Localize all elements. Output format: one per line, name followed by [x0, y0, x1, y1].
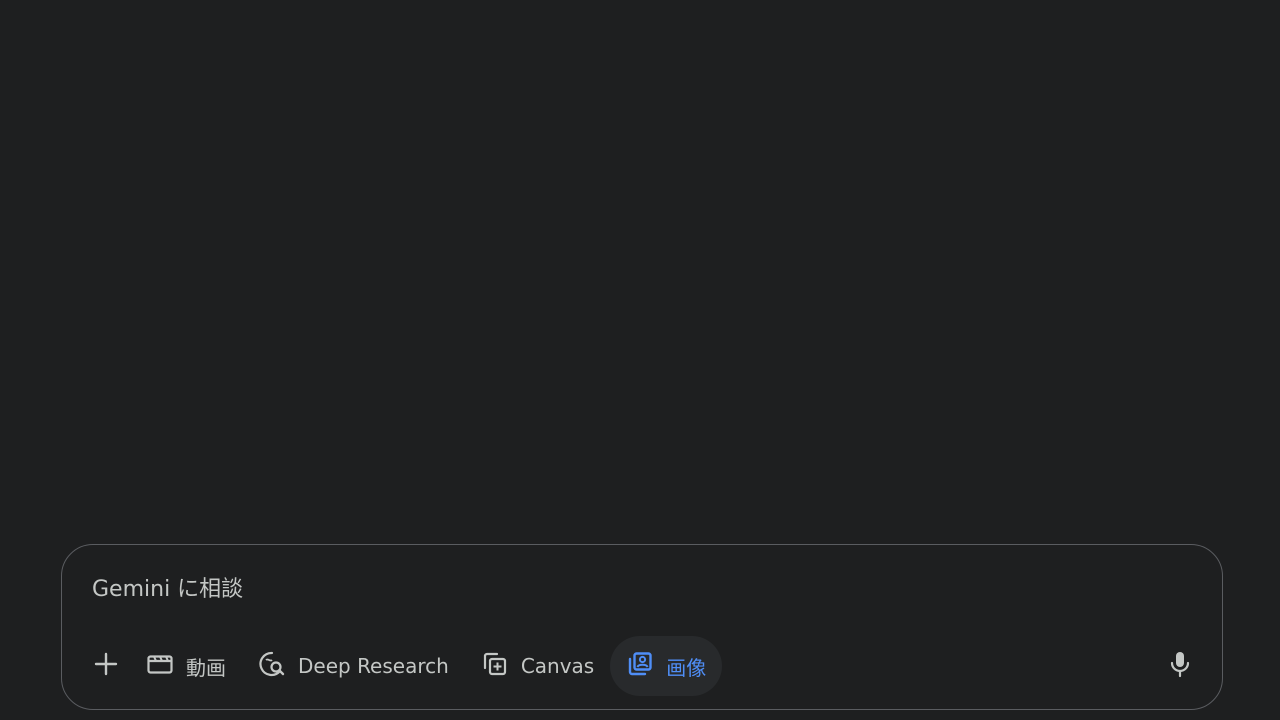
- tool-canvas-label: Canvas: [520, 654, 595, 678]
- tool-canvas-button[interactable]: Canvas: [465, 636, 610, 696]
- add-button[interactable]: [82, 642, 130, 690]
- gemini-app: 動画 Deep Research: [0, 0, 1280, 720]
- microphone-icon: [1168, 650, 1192, 682]
- tool-deep-research-button[interactable]: Deep Research: [242, 636, 465, 696]
- tool-video-button[interactable]: 動画: [130, 636, 242, 696]
- prompt-toolbar: 動画 Deep Research Canvas 画像: [82, 635, 723, 697]
- deep-research-icon: [258, 650, 286, 683]
- prompt-box: 動画 Deep Research: [61, 544, 1223, 710]
- image-icon: [626, 650, 654, 683]
- film-icon: [146, 652, 174, 681]
- microphone-button[interactable]: [1156, 642, 1204, 690]
- prompt-input[interactable]: [92, 571, 1172, 607]
- plus-icon: [93, 651, 119, 681]
- tool-image-label: 画像: [666, 655, 707, 680]
- tool-image-button[interactable]: 画像: [610, 636, 723, 696]
- tool-video-label: 動画: [186, 655, 226, 680]
- tool-deep-research-label: Deep Research: [298, 654, 449, 678]
- canvas-icon: [481, 650, 509, 683]
